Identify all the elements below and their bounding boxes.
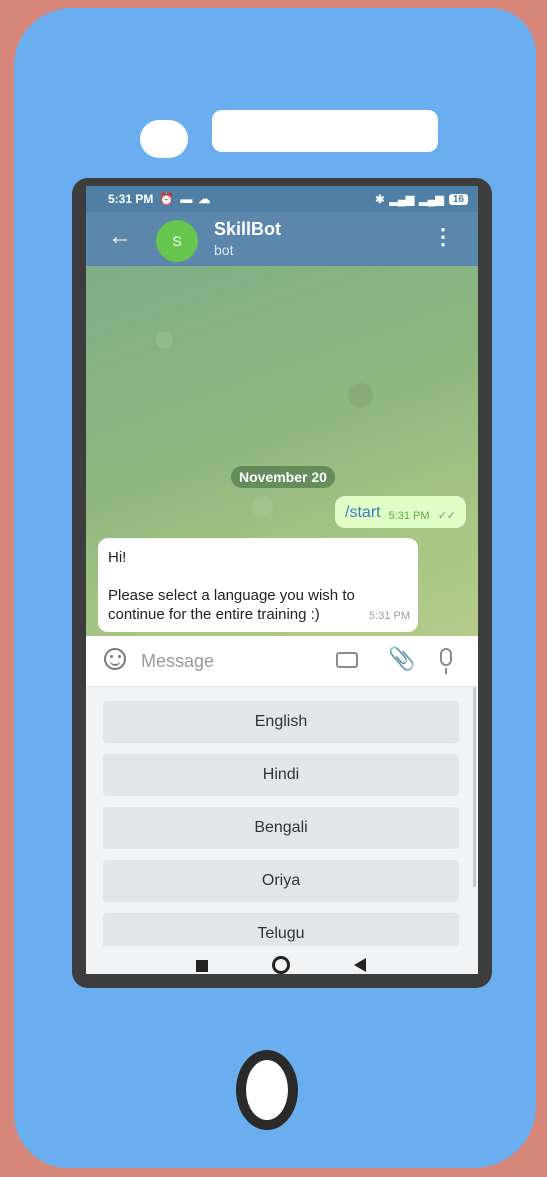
outgoing-message-time: 5:31 PM [388, 510, 430, 522]
nav-back-icon[interactable] [354, 958, 366, 972]
home-icon[interactable] [272, 956, 290, 974]
message-input[interactable]: Message [141, 651, 214, 672]
battery-icon: 16 [448, 193, 468, 205]
notification-icon: ▬ [180, 192, 193, 206]
cloud-icon: ☁ [198, 192, 211, 206]
bluetooth-icon: ✱ [375, 193, 385, 206]
signal-icon-2: ▂▄▆ [419, 193, 444, 206]
more-menu-icon[interactable]: ⋮ [432, 222, 454, 252]
attach-icon[interactable]: 📎 [388, 646, 415, 672]
language-button-bengali[interactable]: Bengali [103, 807, 459, 849]
phone-speaker [212, 110, 438, 152]
language-button-oriya[interactable]: Oriya [103, 860, 459, 902]
app-screen: 5:31 PM ⏰ ▬ ☁ ✱ ▂▄▆ ▂▄▆ 16 ← S SkillBot … [86, 186, 478, 974]
incoming-message-time: 5:31 PM [369, 610, 410, 622]
status-bar: 5:31 PM ⏰ ▬ ☁ ✱ ▂▄▆ ▂▄▆ 16 [86, 186, 478, 212]
alarm-icon: ⏰ [159, 192, 175, 206]
chat-subtitle: bot [214, 242, 234, 258]
android-nav-bar [86, 946, 478, 974]
signal-icon: ▂▄▆ [389, 193, 415, 206]
incoming-message[interactable]: Hi! Please select a language you wish to… [98, 538, 418, 632]
message-input-bar: Message 📎 [86, 636, 478, 687]
chat-header: ← S SkillBot bot ⋮ [86, 212, 478, 266]
emoji-icon[interactable] [104, 648, 126, 670]
status-time: 5:31 PM [108, 192, 154, 206]
recents-icon[interactable] [196, 960, 208, 972]
back-arrow-icon[interactable]: ← [108, 225, 132, 249]
keyboard-icon[interactable] [336, 652, 358, 668]
phone-camera [140, 120, 188, 158]
chat-area: November 20 /start 5:31 PM ✓✓ Hi! Please… [86, 266, 478, 636]
outgoing-message-text[interactable]: /start [345, 504, 381, 522]
reply-keyboard: English Hindi Bengali Oriya Telugu [86, 687, 478, 955]
incoming-message-line2: Please select a language you wish to con… [108, 587, 355, 623]
outgoing-message[interactable]: /start 5:31 PM ✓✓ [335, 496, 466, 528]
date-chip: November 20 [231, 466, 335, 488]
chat-title[interactable]: SkillBot [214, 219, 281, 240]
language-button-english[interactable]: English [103, 701, 459, 743]
phone-home-button [236, 1050, 298, 1130]
avatar[interactable]: S [156, 220, 198, 262]
read-checks-icon: ✓✓ [437, 510, 456, 522]
mic-icon[interactable] [440, 648, 452, 674]
keyboard-scrollbar[interactable] [473, 687, 476, 887]
incoming-message-line1: Hi! [108, 549, 127, 566]
language-button-hindi[interactable]: Hindi [103, 754, 459, 796]
